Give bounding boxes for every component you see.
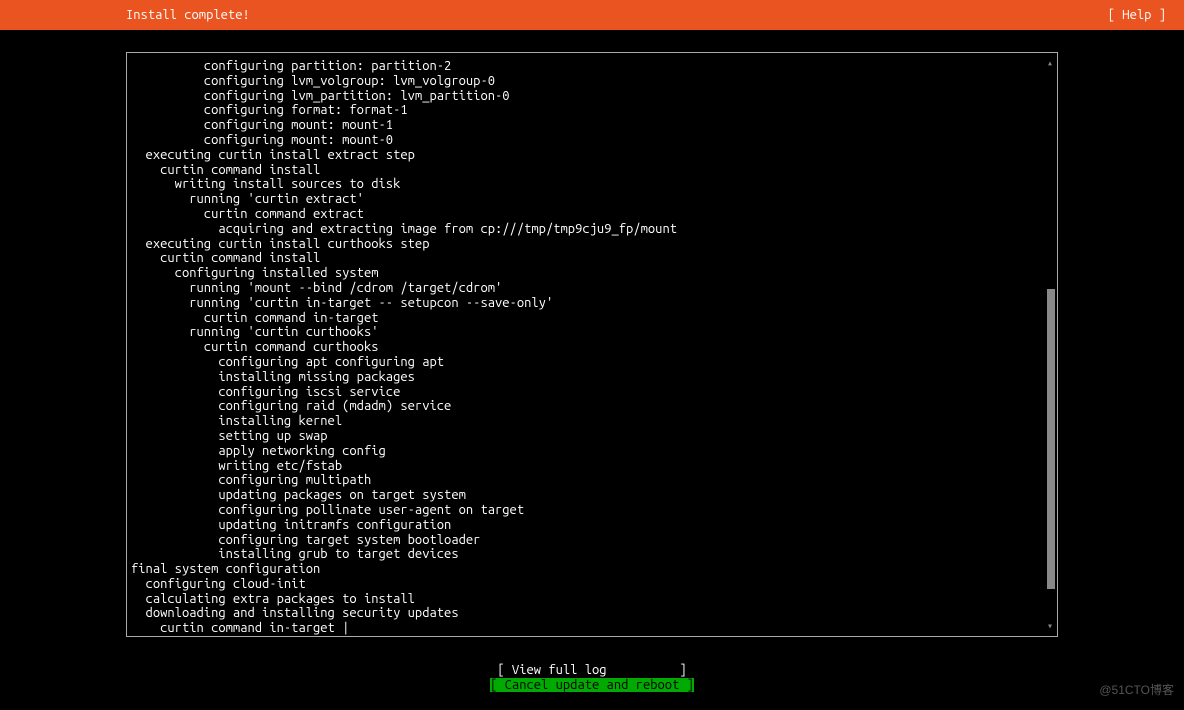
- view-full-log-button[interactable]: [ View full log ]: [497, 663, 686, 677]
- header-bar: Install complete! [ Help ]: [0, 0, 1184, 30]
- cancel-reboot-button-row: [ Cancel update and reboot ]: [126, 678, 1058, 693]
- cancel-update-reboot-button[interactable]: [ Cancel update and reboot ]: [490, 678, 694, 692]
- install-log-box: configuring partition: partition-2 confi…: [126, 52, 1058, 637]
- view-log-button-row: [ View full log ]: [126, 663, 1058, 678]
- button-area: [ View full log ] [ Cancel update and re…: [126, 663, 1058, 693]
- scroll-down-icon[interactable]: ▾: [1047, 622, 1055, 630]
- content-area: configuring partition: partition-2 confi…: [0, 30, 1184, 693]
- help-button[interactable]: [ Help ]: [1108, 8, 1166, 22]
- scrollbar[interactable]: ▴ ▾: [1047, 59, 1055, 630]
- header-title: Install complete!: [126, 8, 250, 22]
- scrollbar-thumb[interactable]: [1047, 289, 1055, 589]
- watermark: @51CTO博客: [1099, 681, 1174, 698]
- scroll-up-icon[interactable]: ▴: [1047, 59, 1055, 67]
- log-output: configuring partition: partition-2 confi…: [131, 59, 1053, 636]
